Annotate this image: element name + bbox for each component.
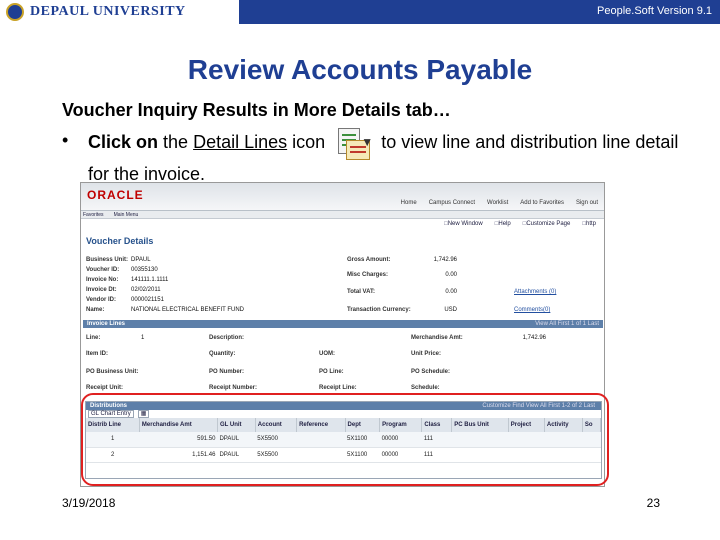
attachments-link[interactable]: Attachments (0) xyxy=(514,289,556,295)
field-receipt-number: Receipt Number: xyxy=(209,385,258,391)
menu-favorites[interactable]: Favorites xyxy=(83,212,104,218)
field-po-schedule: PO Schedule: xyxy=(411,369,451,375)
invoice-lines-label: Invoice Lines xyxy=(87,321,126,327)
field-item-id: Item ID: xyxy=(86,351,109,357)
field-schedule: Schedule: xyxy=(411,385,440,391)
menu-main-menu[interactable]: Main Menu xyxy=(114,212,139,218)
oracle-logo: ORACLE xyxy=(87,188,144,202)
invoice-lines-header: Invoice Lines View All First 1 of 1 Last xyxy=(83,320,603,328)
distributions-highlight xyxy=(81,393,609,486)
field-merchandise-amt: Merchandise Amt: 1,742.96 xyxy=(411,335,546,341)
field-business-unit: Business Unit: DPAUL xyxy=(86,257,151,263)
field-invoice-dt: Invoice Dt: 02/02/2011 xyxy=(86,287,161,293)
header-link-add-favorites[interactable]: Add to Favorites xyxy=(520,200,564,206)
top-banner: DEPAUL UNIVERSITY People.Soft Version 9.… xyxy=(0,0,720,24)
oracle-header: ORACLE Home Campus Connect Worklist Add … xyxy=(81,183,604,211)
field-receipt-unit: Receipt Unit: xyxy=(86,385,124,391)
header-link-home[interactable]: Home xyxy=(401,200,417,206)
field-unit-price: Unit Price: xyxy=(411,351,442,357)
field-invoice-no: Invoice No: 141111.1.1111 xyxy=(86,277,169,283)
field-name: Name: NATIONAL ELECTRICAL BENEFIT FUND xyxy=(86,307,245,313)
logo-text: DEPAUL UNIVERSITY xyxy=(30,4,186,19)
header-link-campus-connect[interactable]: Campus Connect xyxy=(429,200,475,206)
version-label: People.Soft Version 9.1 xyxy=(597,5,712,17)
customize-page-link[interactable]: Customize Page xyxy=(523,221,570,227)
bullet-symbol: • xyxy=(62,130,69,150)
field-po-number: PO Number: xyxy=(209,369,245,375)
university-logo: DEPAUL UNIVERSITY xyxy=(0,0,240,24)
slide-subheading: Voucher Inquiry Results in More Details … xyxy=(62,100,451,120)
field-quantity: Quantity: xyxy=(209,351,236,357)
bullet-instruction: • Click on the Detail Lines icon ▼ to vi… xyxy=(62,128,682,186)
field-voucher-id: Voucher ID: 00355130 xyxy=(86,267,158,273)
comments-link[interactable]: Comments(0) xyxy=(514,307,550,313)
field-vendor-id: Vendor ID: 0000021151 xyxy=(86,297,164,303)
header-links: Home Campus Connect Worklist Add to Favo… xyxy=(401,200,598,206)
field-transaction-currency: Transaction Currency: USD xyxy=(347,307,457,313)
the-text: the xyxy=(163,132,189,152)
slide-title: Review Accounts Payable xyxy=(187,54,533,85)
field-uom: UOM: xyxy=(319,351,335,357)
http-link[interactable]: http xyxy=(582,221,596,227)
field-description: Description: xyxy=(209,335,245,341)
footer-date: 3/19/2018 xyxy=(62,496,116,510)
header-link-sign-out[interactable]: Sign out xyxy=(576,200,598,206)
header-link-worklist[interactable]: Worklist xyxy=(487,200,508,206)
university-seal-icon xyxy=(6,3,24,21)
field-po-business-unit: PO Business Unit: xyxy=(86,369,139,375)
page-toolbar: New Window Help Customize Page http xyxy=(444,221,596,227)
voucher-details-title: Voucher Details xyxy=(86,236,154,246)
new-window-link[interactable]: New Window xyxy=(444,221,483,227)
click-on-text: Click on xyxy=(88,132,159,152)
detail-lines-text: Detail Lines xyxy=(193,132,288,152)
menu-bar: Favorites Main Menu xyxy=(81,211,604,219)
field-total-vat: Total VAT: 0.00 xyxy=(347,289,457,295)
help-link[interactable]: Help xyxy=(495,221,510,227)
invoice-lines-nav[interactable]: View All First 1 of 1 Last xyxy=(535,320,599,328)
icon-word-text: icon xyxy=(292,132,326,152)
field-line: Line: 1 xyxy=(86,335,145,341)
field-misc-charges: Misc Charges: 0.00 xyxy=(347,272,457,278)
field-receipt-line: Receipt Line: xyxy=(319,385,357,391)
detail-lines-icon: ▼ xyxy=(334,128,373,162)
field-gross-amount: Gross Amount: 1,742.96 xyxy=(347,257,457,263)
footer-page-number: 23 xyxy=(646,496,660,510)
field-po-line: PO Line: xyxy=(319,369,344,375)
